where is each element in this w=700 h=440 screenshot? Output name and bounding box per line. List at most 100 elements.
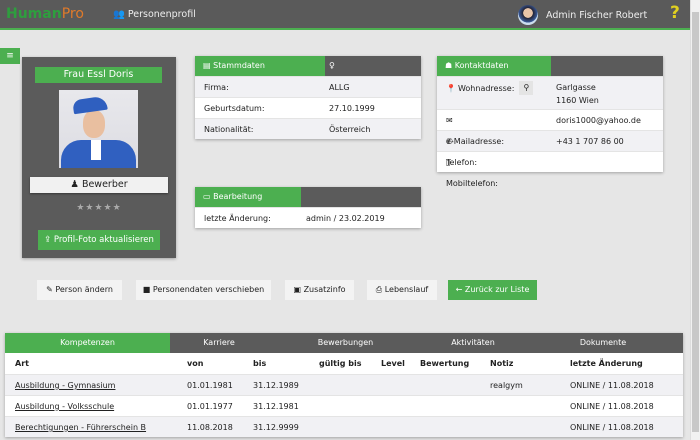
- stammdaten-title: Stammdaten: [213, 61, 265, 70]
- scrollbar[interactable]: [690, 0, 700, 440]
- field-value: admin / 23.02.2019: [306, 214, 385, 223]
- pin-icon: 📍: [446, 83, 456, 93]
- button-label: Lebenslauf: [384, 285, 429, 294]
- button-label: Zurück zur Liste: [464, 285, 530, 294]
- address-street: Garlgasse: [556, 83, 596, 92]
- kontaktdaten-card: ☗ Kontaktdaten 📍 Wohnadresse: ⚲ Garlgasse 11…: [437, 56, 663, 188]
- tab-kompetenzen[interactable]: Kompetenzen: [5, 333, 170, 353]
- column-header[interactable]: Notiz: [490, 353, 513, 374]
- mobile-icon: ▯: [446, 158, 451, 167]
- competencies-panel: Kompetenzen Karriere Bewerbungen Aktivit…: [5, 333, 683, 437]
- column-header[interactable]: gültig bis: [319, 353, 361, 374]
- address-row: 📍 Wohnadresse: ⚲ Garlgasse 1160 Wien: [437, 76, 663, 109]
- email-value[interactable]: doris1000@yahoo.de: [556, 110, 641, 130]
- tab-karriere[interactable]: Karriere: [170, 333, 268, 353]
- cell-changed: ONLINE / 11.08.2018: [570, 381, 654, 390]
- top-bar: HumanPro 👥 Personenprofil Admin Fischer …: [0, 0, 690, 30]
- column-header[interactable]: Level: [381, 353, 405, 374]
- arrow-left-icon: ←: [455, 285, 465, 294]
- bearbeitung-header: ▭ Bearbeitung: [195, 187, 301, 207]
- field-value: ALLG: [329, 83, 350, 92]
- address-label: Wohnadresse:: [457, 83, 515, 93]
- upload-icon: ⇪: [44, 235, 54, 245]
- cv-button[interactable]: ⎙ Lebenslauf: [367, 280, 437, 300]
- logo-text: Human: [6, 6, 62, 22]
- column-header[interactable]: bis: [253, 353, 266, 374]
- field-label: Geburtsdatum:: [204, 104, 265, 113]
- phone-value: +43 1 707 86 00: [556, 137, 624, 146]
- cell-bis: 31.12.1981: [253, 402, 299, 411]
- back-to-list-button[interactable]: ← Zurück zur Liste: [448, 280, 537, 300]
- field-row: Geburtsdatum: 27.10.1999: [195, 97, 421, 118]
- print-icon: ⎙: [375, 285, 385, 294]
- scrollbar-thumb[interactable]: [692, 12, 699, 432]
- contact-icon: ☗: [445, 61, 455, 70]
- avatar: [518, 5, 538, 25]
- mobile-label: Mobiltelefon:: [446, 179, 498, 188]
- field-value: 27.10.1999: [329, 104, 375, 113]
- female-icon: ♀: [329, 61, 335, 70]
- tab-bewerbungen[interactable]: Bewerbungen: [268, 333, 423, 353]
- move-person-data-button[interactable]: ■ Personendaten verschieben: [136, 280, 271, 300]
- field-label: Firma:: [204, 83, 229, 92]
- column-header[interactable]: Bewertung: [420, 353, 469, 374]
- bearbeitung-card: ▭ Bearbeitung letzte Änderung: admin / 23…: [195, 187, 421, 228]
- page-title: 👥 Personenprofil: [113, 9, 196, 20]
- competence-link[interactable]: Ausbildung - Volksschule: [15, 402, 114, 411]
- help-icon[interactable]: ?: [670, 3, 680, 23]
- user-menu[interactable]: Admin Fischer Robert: [518, 5, 647, 25]
- competence-link[interactable]: Berechtigungen - Führerschein B: [15, 423, 146, 432]
- person-icon: ♟: [70, 179, 82, 190]
- upload-photo-button[interactable]: ⇪ Profil-Foto aktualisieren: [38, 230, 160, 250]
- kontaktdaten-header: ☗ Kontaktdaten: [437, 56, 551, 76]
- tab-dokumente[interactable]: Dokumente: [523, 333, 683, 353]
- users-icon: 👥: [113, 9, 128, 20]
- logo-suffix: Pro: [61, 6, 84, 22]
- table-header: Art von bis gültig bis Level Bewertung N…: [5, 353, 683, 374]
- cell-changed: ONLINE / 11.08.2018: [570, 423, 654, 432]
- role-text: Bewerber: [81, 179, 128, 190]
- field-value: Österreich: [329, 125, 371, 134]
- envelope-icon: ✉: [446, 116, 453, 125]
- cell-von: 01.01.1981: [187, 381, 233, 390]
- bearbeitung-title: Bearbeitung: [213, 192, 263, 201]
- field-label: Nationalität:: [204, 125, 254, 134]
- cell-bis: 31.12.1989: [253, 381, 299, 390]
- profile-card: Frau Essl Doris ♟ Bewerber ★★★★★ ⇪ Profi…: [22, 57, 176, 258]
- cell-von: 01.01.1977: [187, 402, 233, 411]
- menu-toggle-button[interactable]: ≡: [0, 48, 20, 64]
- cell-bis: 31.12.9999: [253, 423, 299, 432]
- extra-info-button[interactable]: ▣ Zusatzinfo: [285, 280, 354, 300]
- database-icon: ▤: [203, 61, 214, 70]
- profile-photo: [59, 90, 138, 168]
- column-header[interactable]: Art: [15, 353, 29, 374]
- field-row: Nationalität: Österreich: [195, 118, 421, 139]
- rating-stars[interactable]: ★★★★★: [22, 203, 176, 213]
- column-header[interactable]: letzte Änderung: [570, 353, 643, 374]
- tab-aktivitaeten[interactable]: Aktivitäten: [423, 333, 523, 353]
- page-title-text: Personenprofil: [127, 9, 196, 20]
- competence-link[interactable]: Ausbildung - Gymnasium: [15, 381, 115, 390]
- move-icon: ■: [142, 285, 153, 294]
- stammdaten-card: ▤ Stammdaten ♀ Firma: ALLG Geburtsdatum: 27…: [195, 56, 421, 139]
- cell-changed: ONLINE / 11.08.2018: [570, 402, 654, 411]
- table-row: Ausbildung - Gymnasium 01.01.1981 31.12.…: [5, 374, 683, 395]
- logo[interactable]: HumanPro: [6, 6, 84, 22]
- edit-icon: ✎: [46, 285, 56, 294]
- phone-icon: ✆: [446, 137, 453, 146]
- table-row: Berechtigungen - Führerschein B 11.08.20…: [5, 416, 683, 437]
- edit-person-button[interactable]: ✎ Person ändern: [37, 280, 122, 300]
- field-row: Firma: ALLG: [195, 76, 421, 97]
- upload-label: Profil-Foto aktualisieren: [53, 235, 154, 245]
- address-city: 1160 Wien: [556, 96, 599, 105]
- map-marker-button[interactable]: ⚲: [519, 81, 534, 95]
- cell-notiz: realgym: [490, 381, 523, 390]
- person-name: Frau Essl Doris: [35, 67, 162, 83]
- column-header[interactable]: von: [187, 353, 203, 374]
- button-label: Person ändern: [55, 285, 113, 294]
- mobile-row: ▯ Mobiltelefon:: [437, 151, 663, 188]
- email-row: ✉ e-Mailadresse: doris1000@yahoo.de: [437, 109, 663, 146]
- cell-von: 11.08.2018: [187, 423, 233, 432]
- tab-bar: Kompetenzen Karriere Bewerbungen Aktivit…: [5, 333, 683, 353]
- user-name: Admin Fischer Robert: [546, 9, 648, 21]
